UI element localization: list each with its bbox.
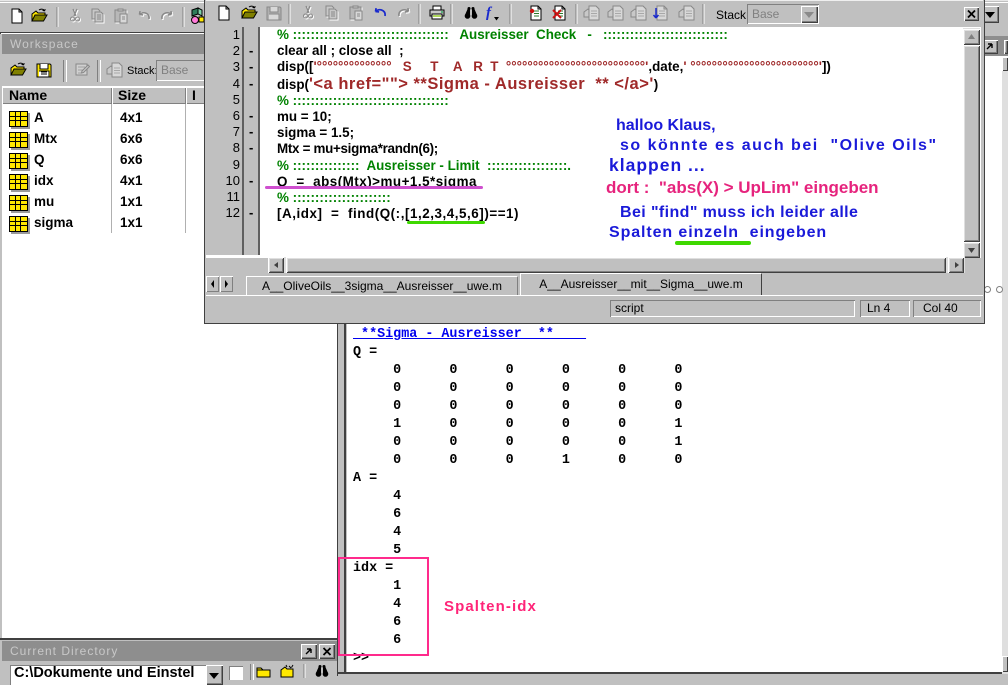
svg-text:f: f (486, 5, 493, 21)
